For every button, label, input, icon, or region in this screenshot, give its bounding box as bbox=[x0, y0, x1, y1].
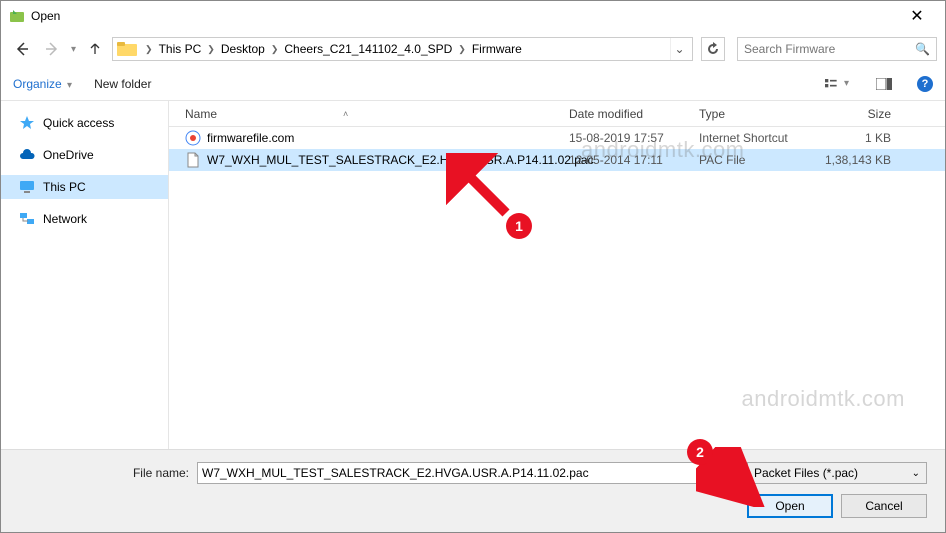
chevron-right-icon: ❯ bbox=[143, 44, 155, 55]
breadcrumb-thispc[interactable]: This PC bbox=[155, 42, 206, 56]
breadcrumb-folder1[interactable]: Cheers_C21_141102_4.0_SPD bbox=[280, 42, 456, 56]
chevron-right-icon: ❯ bbox=[205, 44, 217, 55]
main-area: Quick access OneDrive This PC Network Na… bbox=[1, 101, 945, 461]
sort-asc-icon: ˄ bbox=[343, 109, 348, 119]
help-button[interactable]: ? bbox=[917, 76, 933, 92]
star-icon bbox=[19, 115, 35, 131]
breadcrumb-desktop[interactable]: Desktop bbox=[217, 42, 269, 56]
file-type: PAC File bbox=[699, 153, 819, 167]
forward-arrow-icon bbox=[43, 40, 61, 58]
chevron-right-icon: ❯ bbox=[269, 44, 281, 55]
filter-label: Packet Files (*.pac) bbox=[754, 466, 858, 480]
file-date: 15-08-2019 17:57 bbox=[569, 131, 699, 145]
computer-icon bbox=[19, 179, 35, 195]
sidebar-item-quick-access[interactable]: Quick access bbox=[1, 111, 168, 135]
sidebar-item-this-pc[interactable]: This PC bbox=[1, 175, 168, 199]
callout-2: 2 bbox=[687, 439, 713, 465]
file-list: Name˄ Date modified Type Size firmwarefi… bbox=[169, 101, 945, 461]
file-date: 12-05-2014 17:11 bbox=[569, 153, 699, 167]
file-icon bbox=[185, 152, 201, 168]
file-type: Internet Shortcut bbox=[699, 131, 819, 145]
shortcut-icon bbox=[185, 130, 201, 146]
chevron-down-icon: ⌄ bbox=[912, 468, 920, 479]
preview-pane-icon bbox=[876, 78, 892, 90]
close-button[interactable]: ✕ bbox=[897, 6, 937, 26]
file-row[interactable]: firmwarefile.com 15-08-2019 17:57 Intern… bbox=[169, 127, 945, 149]
sidebar-item-network[interactable]: Network bbox=[1, 207, 168, 231]
window-title: Open bbox=[31, 9, 897, 23]
column-headers[interactable]: Name˄ Date modified Type Size bbox=[169, 101, 945, 127]
back-arrow-icon bbox=[13, 40, 31, 58]
forward-button[interactable] bbox=[39, 36, 65, 62]
search-input[interactable] bbox=[744, 42, 915, 56]
preview-pane-button[interactable] bbox=[871, 74, 897, 94]
open-button[interactable]: Open bbox=[747, 494, 833, 518]
up-arrow-icon bbox=[87, 41, 103, 57]
sidebar-item-label: This PC bbox=[43, 180, 86, 194]
column-size[interactable]: Size bbox=[819, 107, 909, 121]
sidebar-item-label: OneDrive bbox=[43, 148, 94, 162]
search-icon: 🔍 bbox=[915, 42, 930, 56]
chevron-down-icon: ▾ bbox=[65, 80, 74, 91]
filename-label: File name: bbox=[19, 466, 189, 480]
sidebar-item-label: Network bbox=[43, 212, 87, 226]
view-icon bbox=[825, 78, 840, 90]
refresh-button[interactable] bbox=[701, 37, 725, 61]
back-button[interactable] bbox=[9, 36, 35, 62]
breadcrumb-dropdown[interactable]: ⌄ bbox=[670, 38, 688, 60]
column-type[interactable]: Type bbox=[699, 107, 819, 121]
filename-input[interactable] bbox=[197, 462, 739, 484]
title-bar: Open ✕ bbox=[1, 1, 945, 31]
file-row[interactable]: W7_WXH_MUL_TEST_SALESTRACK_E2.HVGA.USR.A… bbox=[169, 149, 945, 171]
breadcrumb[interactable]: ❯ This PC ❯ Desktop ❯ Cheers_C21_141102_… bbox=[112, 37, 693, 61]
bottom-panel: File name: Packet Files (*.pac) ⌄ Open C… bbox=[1, 449, 945, 532]
sidebar-item-onedrive[interactable]: OneDrive bbox=[1, 143, 168, 167]
organize-menu[interactable]: Organize ▾ bbox=[13, 77, 74, 91]
file-name: firmwarefile.com bbox=[207, 131, 294, 145]
view-options-button[interactable]: ▾ bbox=[825, 74, 851, 94]
callout-1: 1 bbox=[506, 213, 532, 239]
column-name[interactable]: Name˄ bbox=[169, 107, 569, 121]
cancel-button[interactable]: Cancel bbox=[841, 494, 927, 518]
breadcrumb-folder2[interactable]: Firmware bbox=[468, 42, 526, 56]
search-box[interactable]: 🔍 bbox=[737, 37, 937, 61]
cloud-icon bbox=[19, 147, 35, 163]
column-date[interactable]: Date modified bbox=[569, 107, 699, 121]
navigation-sidebar: Quick access OneDrive This PC Network bbox=[1, 101, 169, 461]
recent-dropdown[interactable]: ▾ bbox=[69, 44, 78, 55]
chevron-down-icon: ▾ bbox=[842, 78, 851, 89]
app-icon bbox=[9, 8, 25, 24]
toolbar: Organize ▾ New folder ▾ ? bbox=[1, 67, 945, 101]
file-size: 1,38,143 KB bbox=[819, 153, 909, 167]
sidebar-item-label: Quick access bbox=[43, 116, 114, 130]
file-type-filter[interactable]: Packet Files (*.pac) ⌄ bbox=[747, 462, 927, 484]
chevron-right-icon: ❯ bbox=[456, 44, 468, 55]
new-folder-button[interactable]: New folder bbox=[94, 77, 151, 91]
up-button[interactable] bbox=[82, 36, 108, 62]
file-name: W7_WXH_MUL_TEST_SALESTRACK_E2.HVGA.USR.A… bbox=[207, 153, 594, 167]
folder-icon bbox=[117, 40, 137, 58]
network-icon bbox=[19, 211, 35, 227]
file-size: 1 KB bbox=[819, 131, 909, 145]
nav-row: ▾ ❯ This PC ❯ Desktop ❯ Cheers_C21_14110… bbox=[1, 31, 945, 67]
refresh-icon bbox=[706, 42, 720, 56]
